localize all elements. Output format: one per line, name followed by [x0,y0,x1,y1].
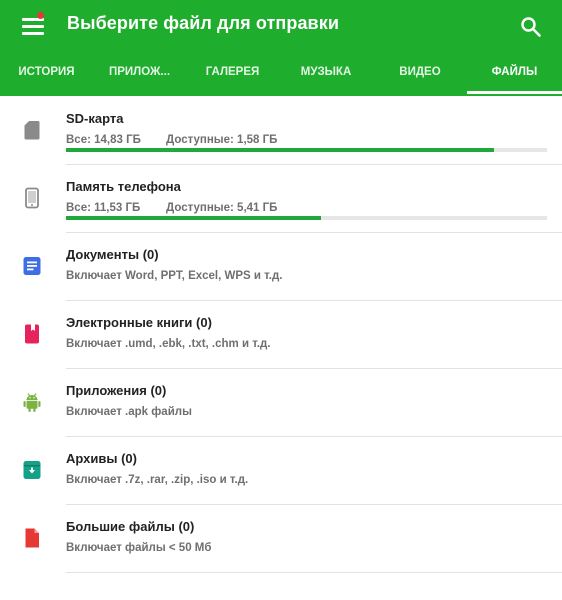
file-category-list: SD-карта Все: 14,83 ГБ Доступные: 1,58 Г… [0,97,562,573]
tab-files[interactable]: ФАЙЛЫ [467,57,562,94]
category-name: Приложения (0) [66,383,167,398]
active-tab-indicator [467,91,562,94]
category-name: Большие файлы (0) [66,519,195,534]
divider [66,572,562,573]
storage-available: Доступные: 5,41 ГБ [166,202,278,214]
tab-music[interactable]: МУЗЫКА [279,57,373,94]
category-archives[interactable]: Архивы (0) Включает .7z, .rar, .zip, .is… [0,437,562,505]
category-apps[interactable]: Приложения (0) Включает .apk файлы [0,369,562,437]
category-description: Включает .apk файлы [66,406,192,418]
storage-usage-bar [66,216,547,220]
storage-name: Память телефона [66,179,181,194]
category-documents[interactable]: Документы (0) Включает Word, PPT, Excel,… [0,233,562,301]
category-description: Включает .umd, .ebk, .txt, .chm и т.д. [66,338,271,350]
notification-dot [37,12,44,19]
tab-history[interactable]: ИСТОРИЯ [0,57,93,94]
book-icon [22,323,42,345]
tab-video[interactable]: ВИДЕО [373,57,467,94]
category-name: Электронные книги (0) [66,315,212,330]
category-name: Документы (0) [66,247,159,262]
sd-card-icon [22,119,42,141]
storage-usage-fill [66,216,321,220]
category-ebooks[interactable]: Электронные книги (0) Включает .umd, .eb… [0,301,562,369]
phone-icon [22,187,42,209]
page-title: Выберите файл для отправки [67,13,339,33]
tab-gallery[interactable]: ГАЛЕРЕЯ [186,57,279,94]
document-icon [22,255,42,277]
app-bar: Выберите файл для отправки ИСТОРИЯ ПРИЛО… [0,0,562,96]
category-description: Включает файлы < 50 Мб [66,542,212,554]
category-name: Архивы (0) [66,451,137,466]
storage-name: SD-карта [66,111,124,126]
storage-usage-fill [66,148,495,152]
category-description: Включает .7z, .rar, .zip, .iso и т.д. [66,474,249,486]
category-description: Включает Word, PPT, Excel, WPS и т.д. [66,270,283,282]
storage-available: Доступные: 1,58 ГБ [166,134,278,146]
android-icon [22,391,42,413]
tab-apps[interactable]: ПРИЛОЖ... [93,57,186,94]
tab-bar: ИСТОРИЯ ПРИЛОЖ... ГАЛЕРЕЯ МУЗЫКА ВИДЕО Ф… [0,57,562,94]
storage-total: Все: 14,83 ГБ [66,134,141,146]
storage-usage-bar [66,148,547,152]
storage-sd-card[interactable]: SD-карта Все: 14,83 ГБ Доступные: 1,58 Г… [0,97,562,165]
storage-phone-memory[interactable]: Память телефона Все: 11,53 ГБ Доступные:… [0,165,562,233]
storage-total: Все: 11,53 ГБ [66,202,141,214]
search-icon[interactable] [520,16,542,38]
category-large-files[interactable]: Большие файлы (0) Включает файлы < 50 Мб [0,505,562,573]
large-file-icon [22,527,42,549]
archive-icon [22,459,42,481]
